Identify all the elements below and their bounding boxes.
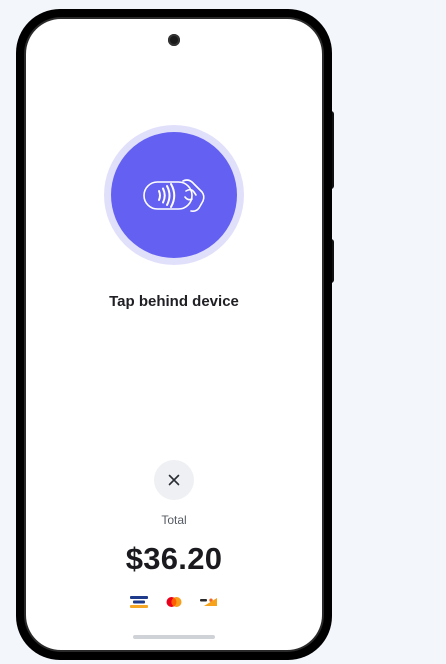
total-amount: $36.20: [125, 541, 223, 576]
home-indicator[interactable]: [133, 635, 215, 639]
tap-instruction: Tap behind device: [109, 293, 239, 310]
phone-bezel: Tap behind device × Total $36.20: [24, 17, 324, 652]
amex-icon: [129, 595, 149, 609]
contactless-tap-icon: [143, 179, 205, 212]
phone-screen: Tap behind device × Total $36.20: [26, 19, 322, 650]
phone-frame: Tap behind device × Total $36.20: [16, 9, 332, 660]
front-camera: [168, 34, 180, 46]
mastercard-icon: [164, 595, 184, 609]
close-icon: [168, 474, 180, 486]
tap-target: [111, 132, 237, 258]
tap-target-ring: [104, 125, 244, 265]
stage: Tap behind device × Total $36.20: [0, 0, 446, 664]
total-label: Total: [161, 513, 187, 527]
accepted-cards: [26, 595, 322, 609]
cancel-button[interactable]: ×: [154, 460, 194, 500]
discover-icon: [199, 595, 219, 609]
